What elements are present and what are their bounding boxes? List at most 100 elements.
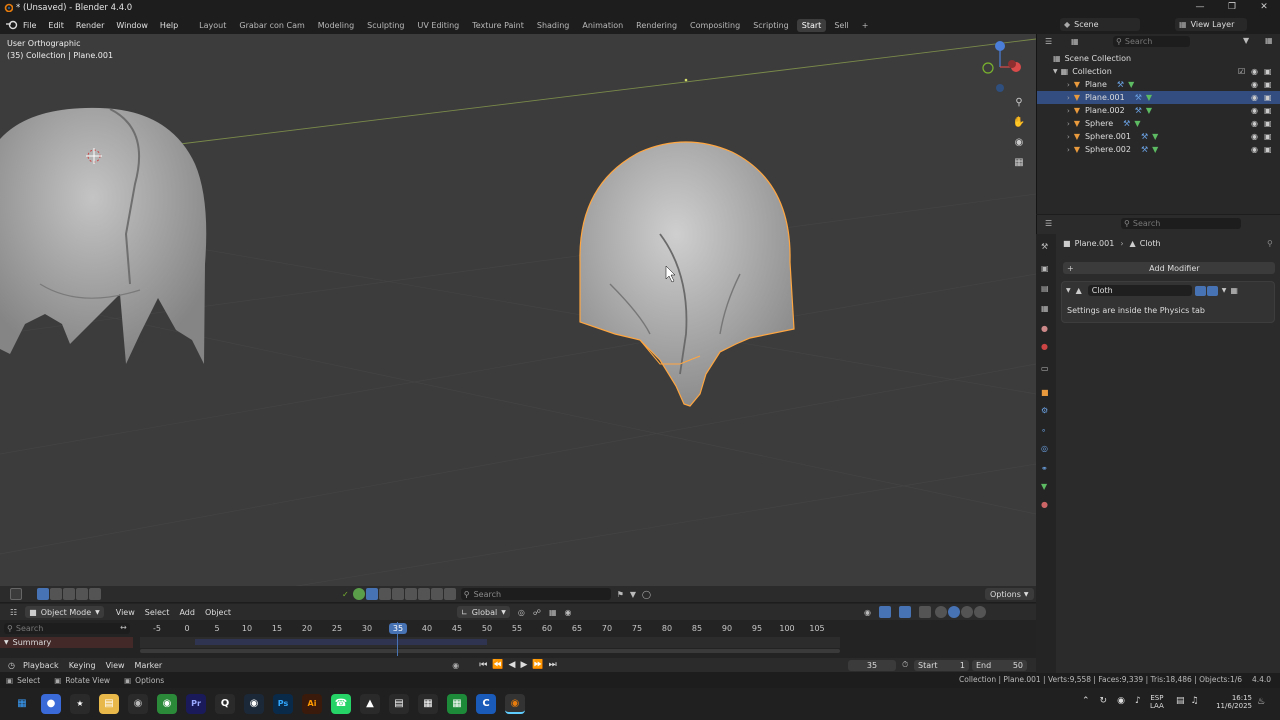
sheets-icon[interactable]: ▦ [447, 694, 467, 714]
properties-search[interactable]: ⚲ Search [1121, 218, 1241, 229]
modifier-name-field[interactable]: Cloth [1087, 285, 1192, 296]
close-button[interactable]: ✕ [1252, 2, 1276, 12]
filter-curve-icon[interactable] [378, 588, 391, 600]
chevron-right-icon[interactable]: › [1067, 146, 1070, 154]
chevron-down-icon[interactable]: ▼ [1066, 287, 1071, 294]
network-icon[interactable]: ▤ [1176, 696, 1185, 706]
minimize-button[interactable]: — [1188, 2, 1212, 12]
tab-scripting[interactable]: Scripting [748, 19, 794, 32]
snap-target-icon[interactable]: ▦ [549, 608, 557, 617]
tab-sell[interactable]: Sell [829, 19, 853, 32]
app-icon-1[interactable]: ★ [70, 694, 90, 714]
illustrator-icon[interactable]: Ai [302, 694, 322, 714]
tab-compositing[interactable]: Compositing [685, 19, 745, 32]
pin-icon[interactable]: ⚲ [1267, 239, 1273, 248]
snap-icon[interactable]: ☍ [533, 608, 541, 617]
material-shading-icon[interactable] [960, 606, 973, 618]
eye-icon[interactable]: ◉ [1251, 67, 1258, 76]
notification-bell-icon[interactable]: ♨ [1257, 697, 1265, 707]
maximize-button[interactable]: ❐ [1220, 2, 1244, 12]
menu-edit[interactable]: Edit [48, 21, 64, 30]
prev-keyframe-icon[interactable]: ⏪ [492, 660, 503, 670]
camera-icon[interactable]: ▣ [1264, 67, 1272, 76]
editor-type-icon[interactable]: ◷ [8, 661, 15, 670]
select-tool-icon[interactable] [10, 588, 22, 600]
camera-icon[interactable]: ▣ [1264, 93, 1272, 102]
modifier-wrench-icon[interactable]: ⚒ [1141, 145, 1148, 154]
ortho-grid-icon[interactable]: ▦ [1011, 155, 1027, 171]
camera-icon[interactable]: ▣ [1264, 106, 1272, 115]
timeline-scrollbar[interactable] [140, 649, 840, 653]
gizmo-toggle-icon[interactable] [878, 606, 891, 618]
chevron-right-icon[interactable]: › [1067, 107, 1070, 115]
collection-tab-icon[interactable]: ▭ [1041, 364, 1049, 373]
tab-rendering[interactable]: Rendering [631, 19, 682, 32]
header-object-menu[interactable]: Object [205, 608, 231, 617]
camera-icon[interactable]: ▣ [1264, 145, 1272, 154]
view-layer-tab-icon[interactable]: ▦ [1041, 304, 1049, 313]
menu-window[interactable]: Window [116, 21, 148, 30]
premiere-icon[interactable]: Pr [186, 694, 206, 714]
options-dropdown[interactable]: Options ▼ [985, 588, 1034, 600]
outliner-item[interactable]: › ▼ Plane ⚒ ▼ ◉ ▣ [1037, 78, 1280, 91]
modifier-wrench-icon[interactable]: ⚒ [1123, 119, 1130, 128]
filter-check-icon[interactable]: ✓ [342, 590, 349, 599]
drag-handle-icon[interactable]: ▦ [1230, 286, 1238, 295]
scene-tab-icon[interactable]: ● [1041, 324, 1048, 333]
outliner-type-icon[interactable]: ☰ [1045, 37, 1052, 46]
editor-type-icon[interactable]: ☷ [10, 608, 17, 617]
data-tab-icon[interactable]: ▼ [1041, 482, 1047, 491]
eye-icon[interactable]: ◉ [1251, 145, 1258, 154]
tab-texture-paint[interactable]: Texture Paint [467, 19, 529, 32]
current-frame-field[interactable]: 35 [848, 660, 896, 671]
chevron-down-icon[interactable]: ▼ [1053, 68, 1058, 75]
mesh-data-icon[interactable]: ▼ [1128, 80, 1134, 89]
keying-menu[interactable]: Keying [69, 661, 96, 670]
app-tray-icon[interactable]: ◉ [1117, 696, 1125, 706]
swap-icon[interactable]: ↔ [120, 623, 127, 632]
tab-grabar-con-cam[interactable]: Grabar con Cam [234, 19, 309, 32]
modifier-wrench-icon[interactable]: ⚒ [1117, 80, 1124, 89]
start-frame-field[interactable]: Start 1 [914, 660, 969, 671]
file-explorer-icon[interactable]: ▤ [99, 694, 119, 714]
copilot-icon[interactable]: ● [41, 694, 61, 714]
solid-shading-icon[interactable] [947, 606, 960, 618]
photoshop-icon[interactable]: Ps [273, 694, 293, 714]
camera-icon[interactable]: ▣ [1264, 132, 1272, 141]
particles-tab-icon[interactable]: ∘ [1041, 426, 1046, 435]
overlay-toggle-icon[interactable] [898, 606, 911, 618]
tab-modeling[interactable]: Modeling [313, 19, 359, 32]
clock[interactable]: 16:15 11/6/2025 [1212, 694, 1252, 710]
chevron-right-icon[interactable]: › [1067, 120, 1070, 128]
filter-grease-icon[interactable] [443, 588, 456, 600]
select-invert-icon[interactable] [76, 588, 88, 600]
output-tab-icon[interactable]: ▤ [1041, 284, 1049, 293]
play-reverse-icon[interactable]: ◀ [509, 660, 516, 670]
show-render-icon[interactable] [1206, 285, 1218, 296]
outliner-search[interactable]: ⚲ Search [1113, 36, 1190, 47]
object-tab-icon[interactable]: ■ [1041, 388, 1049, 397]
hand-pan-icon[interactable]: ✋ [1011, 115, 1027, 131]
outliner-item[interactable]: › ▼ Sphere.002 ⚒ ▼ ◉ ▣ [1037, 143, 1280, 156]
playback-menu[interactable]: Playback [23, 661, 59, 670]
mesh-data-icon[interactable]: ▼ [1152, 145, 1158, 154]
sync-icon[interactable]: ↻ [1100, 696, 1108, 706]
xray-toggle-icon[interactable] [918, 606, 931, 618]
zoom-icon[interactable]: ⚲ [1011, 95, 1027, 111]
quick-assist-icon[interactable]: Q [215, 694, 235, 714]
viewport-search[interactable]: ⚲ Search [460, 588, 611, 600]
modifier-tab-icon[interactable]: ⚙ [1041, 406, 1048, 415]
show-in-edit-icon[interactable] [1194, 285, 1206, 296]
windows-start-icon[interactable]: ▦ [12, 694, 32, 714]
header-add-menu[interactable]: Add [179, 608, 195, 617]
filter-mesh-icon[interactable] [365, 588, 378, 600]
camera-icon[interactable]: ▣ [1264, 80, 1272, 89]
proportional-edit-icon[interactable]: ◉ [565, 608, 572, 617]
modifier-wrench-icon[interactable]: ⚒ [1135, 93, 1142, 102]
filter-camera-icon[interactable] [404, 588, 417, 600]
unity-icon[interactable]: ▲ [360, 694, 380, 714]
eye-icon[interactable]: ◉ [1251, 80, 1258, 89]
tab-uv-editing[interactable]: UV Editing [413, 19, 465, 32]
visibility-icon[interactable]: ◉ [864, 608, 871, 617]
calculator-icon[interactable]: ▦ [418, 694, 438, 714]
